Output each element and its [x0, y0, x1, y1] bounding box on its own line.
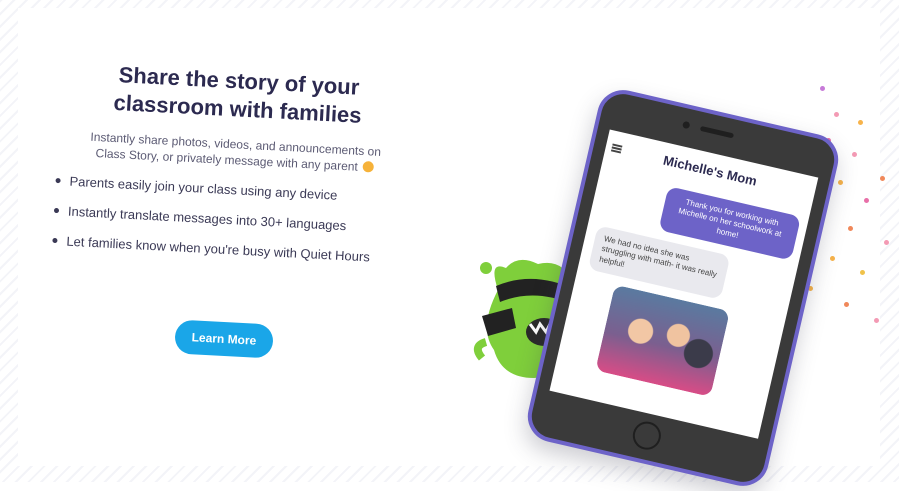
intro-text: Instantly share photos, videos, and anno… — [55, 127, 416, 178]
feature-list: Parents easily join your class using any… — [50, 173, 413, 267]
feature-item: Let families know when you're busy with … — [50, 233, 410, 267]
star-eyes-emoji-icon — [362, 161, 375, 173]
feature-item: Instantly translate messages into 30+ la… — [52, 203, 412, 237]
feature-item: Parents easily join your class using any… — [53, 173, 413, 207]
learn-more-button[interactable]: Learn More — [174, 319, 274, 359]
hamburger-menu-icon — [610, 143, 623, 154]
feature-copy: Share the story of your classroom with f… — [49, 58, 419, 282]
phone-screen: Michelle's Mom Thank you for working wit… — [549, 129, 819, 439]
speaker-grille — [699, 125, 735, 139]
home-button-icon — [630, 418, 664, 453]
shared-photo — [595, 284, 730, 397]
camera-icon — [682, 120, 691, 130]
